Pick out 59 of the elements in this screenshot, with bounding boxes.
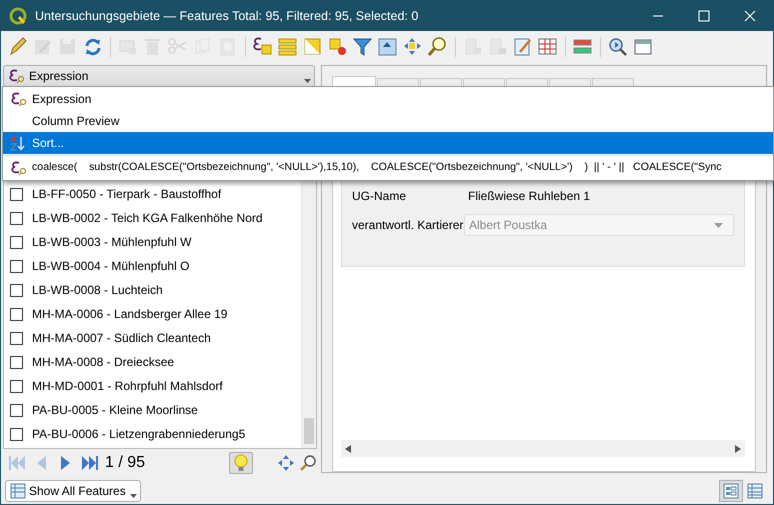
light-bulb-icon [234,454,248,472]
field-label: verantwortl. Kartierer [352,217,464,234]
move-to-top-icon[interactable] [377,36,399,58]
form-view-button[interactable] [719,480,743,502]
caret-icon [714,223,723,228]
expression-icon [9,91,29,107]
checkbox[interactable] [10,356,23,368]
highlight-button[interactable] [229,452,253,474]
checkbox[interactable] [10,380,23,392]
feature-label[interactable]: MH-MD-0001 - Rohrpfuhl Mahlsdorf [32,377,223,395]
checkbox[interactable] [10,260,23,272]
checkbox[interactable] [10,404,23,416]
checkbox[interactable] [10,308,23,320]
feature-label[interactable]: MH-MA-0006 - Landsberger Allee 19 [32,305,228,323]
record-position: 1 / 95 [105,453,146,473]
feature-label[interactable]: LB-FF-0050 - Tierpark - Baustoffhof [32,185,222,203]
checkbox[interactable] [10,212,23,224]
caret-icon [130,494,137,498]
field-calculator-icon[interactable] [512,36,534,58]
expression-icon [7,68,27,84]
show-features-button[interactable]: Show All Features [5,480,141,502]
filter-icon[interactable] [352,36,374,58]
feature-label[interactable]: MH-MA-0007 - Südlich Cleantech [32,329,211,347]
checkbox[interactable] [10,332,23,344]
feature-label[interactable]: LB-WB-0008 - Luchteich [32,281,163,299]
scroll-right-icon[interactable] [735,444,741,452]
maximize-icon[interactable] [698,10,710,22]
caret-icon [304,79,311,83]
menu-item[interactable]: coalesce( substr(COALESCE("Ortsbezeichnung", '<NULL>'),15,10), COALESCE("Ortsbezeichnung", '<NULL>') ) || ' - ' || COALESCE("Sync [3,155,773,179]
menu-item[interactable]: Column Preview [3,110,773,132]
feature-label[interactable]: MH-MA-0008 - Dreiecksee [32,353,174,371]
feature-label[interactable]: LB-WB-0004 - Mühlenpfuhl O [32,257,190,275]
qgis-logo-icon [9,7,27,25]
scrollbar-thumb[interactable] [304,418,314,444]
feature-label[interactable]: PA-BU-0006 - Lietzengrabenniederung5 [32,425,246,443]
menu-item[interactable]: Sort... [3,132,773,154]
menu-item[interactable]: Expression [3,88,773,110]
form-icon [723,482,739,498]
close-icon[interactable] [744,10,756,22]
last-icon[interactable] [79,453,99,473]
checkbox[interactable] [10,236,23,248]
checkbox[interactable] [10,284,23,296]
expression-combo[interactable]: Expression [3,65,315,87]
feature-label[interactable]: LB-WB-0003 - Mühlenpfuhl W [32,233,192,251]
table-icon [747,482,763,498]
feature-label[interactable]: PA-BU-0005 - Kleine Moorlinse [32,401,198,419]
zoom-icon[interactable] [299,454,317,472]
actions-icon[interactable] [607,36,629,58]
expression-icon [9,160,29,176]
window-title: Untersuchungsgebiete — Features Total: 95, Filtered: 95, Selected: 0 [35,8,420,25]
field-label: UG-Name [352,188,408,205]
table-icon [10,482,26,498]
pencil-icon[interactable] [7,36,29,58]
scroll-left-icon[interactable] [345,444,351,452]
deselect-icon[interactable] [327,36,349,58]
pan-icon[interactable] [277,454,295,472]
checkbox[interactable] [10,188,23,200]
feature-label[interactable]: LB-WB-0002 - Teich KGA Falkenhöhe Nord [32,209,263,227]
checkbox[interactable] [10,428,23,440]
